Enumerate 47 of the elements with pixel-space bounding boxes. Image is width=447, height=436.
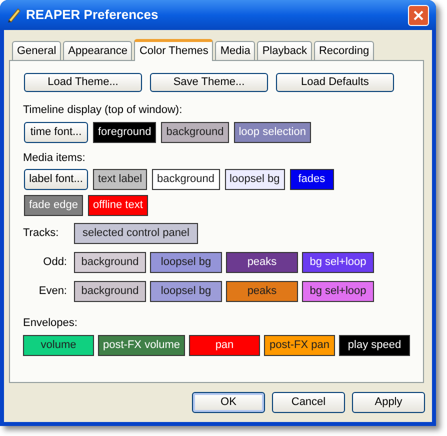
color-swatch[interactable]: text label [93, 169, 148, 190]
section-label: Odd: [42, 255, 67, 270]
color-swatch[interactable]: loopsel bg [150, 281, 222, 302]
dialog-button[interactable]: Apply [352, 392, 425, 413]
color-swatch[interactable]: fade edge [24, 195, 83, 216]
close-button[interactable] [408, 4, 429, 26]
color-swatch[interactable]: peaks [226, 252, 298, 273]
pencil-icon [6, 7, 22, 23]
dialog-button[interactable]: OK [192, 392, 265, 413]
color-swatch[interactable]: pan [189, 334, 260, 356]
theme-button[interactable]: Load Defaults [276, 73, 394, 92]
font-button[interactable]: time font... [24, 122, 88, 142]
color-swatch[interactable]: fades [290, 169, 334, 190]
section-label: Tracks: [23, 226, 60, 242]
color-swatch[interactable]: background [74, 252, 146, 273]
tab[interactable]: General [12, 41, 62, 60]
color-swatch[interactable]: background [152, 169, 220, 190]
tab[interactable]: Appearance [63, 41, 132, 60]
theme-button[interactable]: Load Theme... [24, 73, 142, 92]
section-label: Media items: [23, 150, 86, 166]
color-swatch[interactable]: bg sel+loop [302, 252, 374, 273]
section-label: Timeline display (top of window): [23, 103, 184, 118]
color-swatch[interactable]: background [74, 281, 146, 302]
section-label: Even: [38, 284, 67, 300]
close-icon [413, 10, 424, 20]
color-swatch[interactable]: play speed [339, 334, 410, 356]
color-swatch[interactable]: bg sel+loop [302, 281, 374, 302]
font-button[interactable]: label font... [24, 169, 88, 190]
color-swatch[interactable]: loop selection [234, 122, 311, 142]
color-swatch[interactable]: selected control panel [74, 223, 198, 244]
color-swatch[interactable]: offline text [88, 195, 148, 216]
color-swatch[interactable]: loopsel bg [224, 169, 285, 190]
tab[interactable]: Media [215, 41, 256, 60]
color-swatch[interactable]: background [161, 122, 229, 142]
color-swatch[interactable]: post-FX volume [98, 334, 185, 356]
color-swatch[interactable]: volume [23, 334, 94, 356]
color-swatch[interactable]: loopsel bg [150, 252, 222, 273]
tab[interactable]: Recording [314, 41, 374, 60]
color-swatch[interactable]: foreground [93, 122, 156, 142]
theme-button[interactable]: Save Theme... [150, 73, 268, 92]
section-label: Envelopes: [23, 316, 78, 331]
window-title: REAPER Preferences [26, 6, 160, 24]
color-swatch[interactable]: peaks [226, 281, 298, 302]
tab[interactable]: Color Themes [134, 39, 214, 61]
dialog-button[interactable]: Cancel [272, 392, 345, 413]
color-swatch[interactable]: post-FX pan [264, 334, 335, 356]
tab[interactable]: Playback [257, 41, 312, 60]
